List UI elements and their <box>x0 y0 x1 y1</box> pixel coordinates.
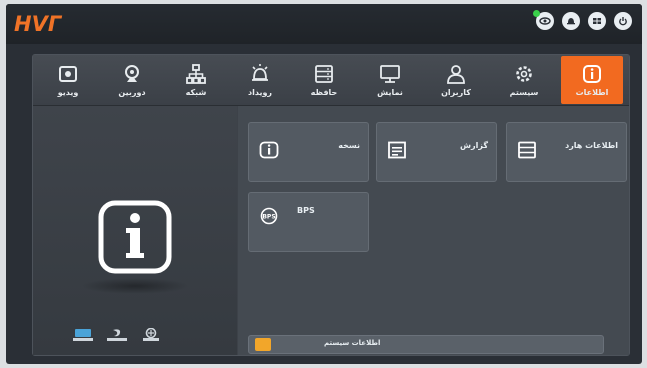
brand-hikvision-logo <box>141 328 161 342</box>
bps-label: BPS <box>297 206 315 215</box>
menu-item-video[interactable]: ویدیو <box>37 55 99 105</box>
top-bar-icons <box>533 10 632 30</box>
top-bar: HVΓ <box>6 4 642 44</box>
display-icon <box>380 65 400 83</box>
hardware-info-tile[interactable]: اطلاعات هارد <box>506 122 627 182</box>
gear-icon <box>516 66 532 82</box>
storage-icon <box>518 141 536 159</box>
menu-label: سیستم <box>509 88 539 97</box>
menu-item-storage[interactable]: حافظه <box>293 55 355 105</box>
menu-item-event[interactable]: رویداد <box>229 55 291 105</box>
report-icon <box>388 141 406 159</box>
info-icon <box>583 65 601 83</box>
menu-label: دوربین <box>118 88 146 97</box>
network-icon <box>186 64 206 84</box>
brand-logos <box>73 328 161 342</box>
layout-icon[interactable] <box>588 12 606 30</box>
version-label: نسخه <box>338 141 360 150</box>
system-info-label: اطلاعات سیستم <box>324 339 381 347</box>
info-right-panel: نسخه گزارش اطلاعات هارد BPS BPS اطلاعات … <box>238 106 629 355</box>
brand-western-digital-logo <box>73 328 93 342</box>
bps-icon: BPS <box>260 207 278 225</box>
svg-text:BPS: BPS <box>262 214 275 221</box>
version-tile[interactable]: نسخه <box>248 122 369 182</box>
large-info-icon <box>98 200 172 274</box>
menu-item-network[interactable]: شبکه <box>165 55 227 105</box>
report-tile[interactable]: گزارش <box>376 122 497 182</box>
camera-icon <box>125 65 139 82</box>
bps-tile[interactable]: BPS BPS <box>248 192 369 252</box>
power-icon[interactable] <box>614 12 632 30</box>
info-left-panel <box>33 106 237 355</box>
icon-shadow <box>81 278 189 294</box>
system-info-bar: اطلاعات سیستم <box>248 335 604 354</box>
menu-label: نمایش <box>377 88 403 97</box>
system-info-icon <box>255 338 271 351</box>
menu-label: اطلاعات <box>575 88 609 97</box>
dvr-screen: HVΓ ویدیو دوربین شبکه رویداد حافظه نمایش… <box>6 4 642 364</box>
hardware-info-label: اطلاعات هارد <box>565 141 618 150</box>
alarm-bell-icon[interactable] <box>562 12 580 30</box>
storage-icon <box>315 65 333 83</box>
menu-item-users[interactable]: کاربران <box>425 55 487 105</box>
menu-item-display[interactable]: نمایش <box>359 55 421 105</box>
menu-item-camera[interactable]: دوربین <box>101 55 163 105</box>
report-label: گزارش <box>459 141 488 150</box>
video-icon <box>59 66 77 82</box>
menu-label: ویدیو <box>57 88 79 97</box>
user-icon <box>447 65 465 84</box>
alarm-icon <box>252 64 268 81</box>
status-dot <box>533 10 540 17</box>
menu-label: رویداد <box>247 88 273 97</box>
menu-label: کاربران <box>441 88 471 97</box>
info-window: ویدیو دوربین شبکه رویداد حافظه نمایش کار… <box>32 54 630 356</box>
menu-item-info[interactable]: اطلاعات <box>561 56 623 104</box>
brand-seagate-logo <box>107 328 127 342</box>
menu-label: شبکه <box>185 88 207 97</box>
menu-item-system[interactable]: سیستم <box>493 55 555 105</box>
view-icon[interactable] <box>533 10 554 30</box>
main-menu-bar: ویدیو دوربین شبکه رویداد حافظه نمایش کار… <box>33 55 629 106</box>
brand-logo: HVΓ <box>14 12 62 36</box>
info-icon <box>259 141 279 159</box>
menu-label: حافظه <box>310 88 338 97</box>
